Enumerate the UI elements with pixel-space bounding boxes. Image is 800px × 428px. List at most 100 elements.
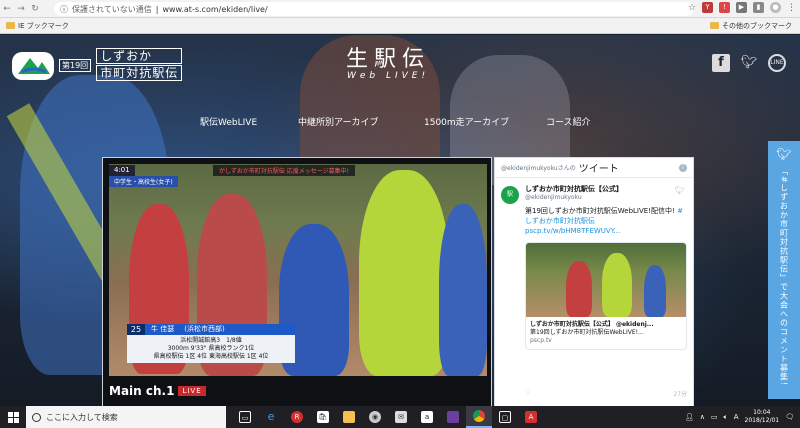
twitter-icon[interactable]: 🐦︎ [740, 54, 758, 72]
tweet-card-domain: pscp.tv [530, 337, 552, 344]
start-button[interactable] [0, 406, 26, 428]
bookmark-ie[interactable]: IE ブックマーク [18, 21, 69, 31]
task-view-button[interactable]: ▭ [232, 406, 258, 428]
taskbar-app-chrome[interactable] [466, 406, 492, 428]
bookmark-other[interactable]: その他のブックマーク [722, 21, 792, 31]
clock-time: 10:04 [753, 409, 771, 416]
video-player[interactable]: 4:01 中学生・高校生(女子) がしずおか市町対抗駅伝 応援メッセージ募集中!… [102, 157, 492, 406]
taskbar-clock[interactable]: 10:04 2018/12/01 [745, 409, 780, 425]
brand-title: 生駅伝 [346, 47, 431, 72]
star-icon[interactable]: ☆ [688, 3, 696, 13]
facebook-icon[interactable]: f [712, 54, 730, 72]
volume-icon[interactable]: 🔈︎ [724, 413, 728, 422]
tweet-body: 第19回しずおか市町対抗駅伝WebLIVE!配信中! [525, 207, 675, 215]
info-icon[interactable]: ⓘ [60, 4, 68, 15]
race-clock: 4:01 [109, 164, 135, 176]
taskbar-app-pdf[interactable]: A [518, 406, 544, 428]
chrome-icon [473, 410, 485, 422]
video-frame[interactable]: 4:01 中学生・高校生(女子) がしずおか市町対抗駅伝 応援メッセージ募集中!… [109, 164, 487, 376]
line-icon[interactable]: LINE [768, 54, 786, 72]
runner-info-line: 県高校駅伝 1区 4位 東海高校駅伝 1区 4位 [153, 353, 269, 360]
page-body: 第19回 しずおか 市町対抗駅伝 生駅伝 Web LIVE! f 🐦︎ LINE… [0, 35, 800, 406]
taskbar-app-screen[interactable]: ▢ [492, 406, 518, 428]
tweet[interactable]: 駅 🐦︎ しずおか市町対抗駅伝【公式】 @ekidenjimukyoku 第19… [495, 178, 693, 350]
url-field[interactable]: ⓘ 保護されていない通信 | www.at-s.com/ekiden/live/ [54, 2, 694, 16]
twitter-timeline[interactable]: @ekidenjimukyokuさんの ツイート i 駅 🐦︎ しずおか市町対抗… [494, 157, 694, 406]
chevron-up-icon[interactable]: ∧ [700, 413, 705, 421]
extension-icon[interactable]: ! [719, 2, 730, 13]
edge-icon: e [267, 410, 275, 423]
logo-line-1: しずおか [96, 48, 183, 64]
logo-mark-icon [12, 52, 54, 80]
tweet-card-title: しずおか市町対抗駅伝【公式】 @ekidenj... [530, 321, 654, 328]
reload-icon[interactable]: ↻ [28, 4, 42, 14]
folder-icon [343, 411, 355, 423]
extension-icon[interactable]: ▮ [753, 2, 764, 13]
taskbar-search[interactable]: ここに入力して検索 [26, 406, 226, 428]
comment-banner[interactable]: 🐦︎ 「#しずおか市町対抗駅伝」で大会へのコメント募集! [768, 141, 800, 399]
logo-line-2: 市町対抗駅伝 [96, 65, 183, 81]
nav-item-archive-relay[interactable]: 中継所別アーカイブ [298, 115, 378, 128]
card-runner [644, 265, 666, 317]
runner-name-card: 25 牛 佳瑟 (浜松市西部) 浜松開誠館高3 1/8値 3000m 9'33"… [127, 324, 295, 363]
site-logo[interactable]: 第19回 しずおか 市町対抗駅伝 [12, 48, 183, 82]
tweet-author-name[interactable]: しずおか市町対抗駅伝【公式】 [525, 184, 687, 194]
extension-icon[interactable]: ▶ [736, 2, 747, 13]
tweet-link[interactable]: pscp.tv/w/bHM8TFEWUVY... [525, 227, 620, 235]
notification-icon[interactable]: 🗨︎ [785, 413, 794, 421]
amazon-icon: a [421, 411, 433, 423]
video-runner [439, 204, 487, 376]
race-category: 中学生・高校生(女子) [109, 176, 178, 187]
people-icon[interactable]: 👤︎ [685, 413, 694, 421]
tweet-card[interactable]: しずおか市町対抗駅伝【公式】 @ekidenj... 第19回しずおか市町対抗駅… [525, 242, 687, 350]
taskbar-app-mail[interactable]: ✉ [388, 406, 414, 428]
nav-item-archive-1500m[interactable]: 1500m走アーカイブ [424, 115, 509, 128]
windows-logo-icon [7, 411, 19, 423]
taskbar-app-explorer[interactable] [336, 406, 362, 428]
timeline-handle-prefix[interactable]: @ekidenjimukyokuさんの [501, 163, 576, 172]
mail-icon: ✉ [395, 411, 407, 423]
profile-avatar[interactable]: ● [770, 2, 781, 13]
comment-banner-text: 「#しずおか市町対抗駅伝」で大会へのコメント募集! [779, 167, 789, 386]
avatar[interactable]: 駅 [501, 186, 519, 204]
system-tray: 👤︎ ∧ ▭ 🔈︎ A 10:04 2018/12/01 🗨︎ [685, 409, 800, 425]
menu-icon[interactable]: ⋮ [787, 3, 796, 13]
brand-subtitle: Web LIVE! [346, 71, 430, 81]
forward-icon[interactable]: → [14, 4, 28, 14]
tweet-footer: ♡ 27分 [525, 389, 687, 398]
browser-address-bar: ← → ↻ ⓘ 保護されていない通信 | www.at-s.com/ekiden… [0, 0, 800, 18]
taskbar-app-media[interactable]: ◉ [362, 406, 388, 428]
nav-item-weblive[interactable]: 駅伝WebLIVE [200, 115, 257, 128]
info-icon[interactable]: i [679, 163, 687, 172]
tweet-author-handle[interactable]: @ekidenjimukyoku [525, 194, 687, 201]
ime-icon[interactable]: A [734, 413, 739, 421]
runner-name: 牛 佳瑟 [151, 325, 175, 333]
runner-info-line: 浜松開誠館高3 1/8値 [180, 337, 242, 344]
channel-label[interactable]: Main ch.1 [109, 384, 174, 398]
tweet-time[interactable]: 27分 [673, 389, 687, 398]
heart-icon[interactable]: ♡ [525, 389, 530, 398]
taskbar-app-amazon[interactable]: a [414, 406, 440, 428]
folder-icon [6, 22, 15, 29]
media-icon: ◉ [369, 411, 381, 423]
twitter-bird-icon[interactable]: 🐦︎ [675, 186, 685, 195]
folder-icon [710, 22, 719, 29]
timeline-title: ツイート [578, 164, 619, 175]
runner-team: (浜松市西部) [184, 325, 225, 333]
twitter-bird-icon: 🐦︎ [776, 147, 792, 161]
taskbar-app-purple[interactable] [440, 406, 466, 428]
task-view-icon: ▭ [239, 411, 251, 423]
card-runner [602, 253, 632, 317]
screen-icon: ▢ [499, 411, 511, 423]
network-icon[interactable]: ▭ [711, 413, 718, 421]
extension-icon[interactable]: Y [702, 2, 713, 13]
taskbar-app-store[interactable]: 🛍︎ [310, 406, 336, 428]
message-band: がしずおか市町対抗駅伝 応援メッセージ募集中! [213, 165, 356, 176]
back-icon[interactable]: ← [0, 4, 14, 14]
nav-item-course[interactable]: コース紹介 [546, 115, 591, 128]
card-runner [566, 261, 592, 317]
taskbar-app-red[interactable]: R [284, 406, 310, 428]
runner-info-line: 3000m 9'33" 県高校ランク1位 [167, 345, 255, 352]
taskbar-app-edge[interactable]: e [258, 406, 284, 428]
pdf-icon: A [525, 411, 537, 423]
